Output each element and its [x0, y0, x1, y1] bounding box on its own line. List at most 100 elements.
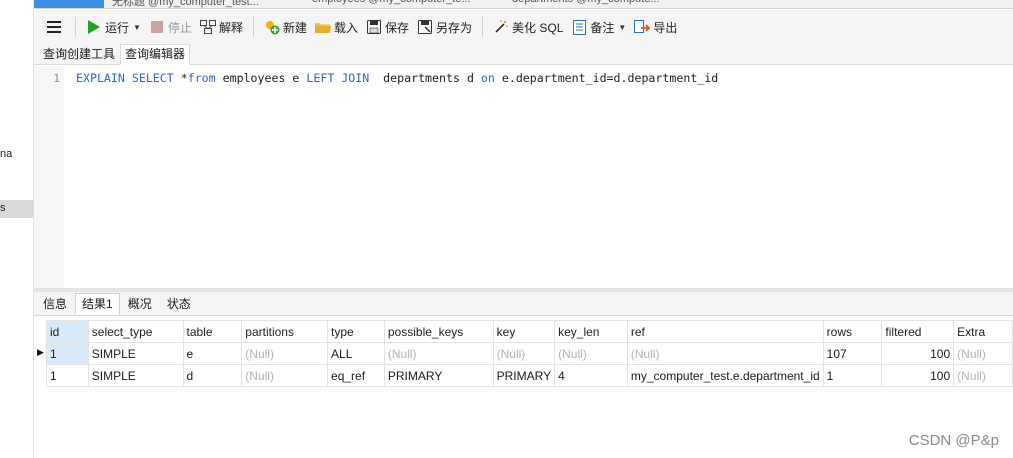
tab-active-top[interactable]	[34, 0, 104, 8]
result-grid[interactable]: ▶ id select_type table partitions type p…	[34, 317, 1013, 458]
save-button[interactable]: 保存	[362, 15, 413, 39]
column-header[interactable]: ref	[626, 320, 824, 343]
hamburger-icon	[46, 19, 62, 35]
sql-text: *	[173, 71, 188, 85]
tab-info[interactable]: 信息	[36, 293, 74, 315]
table-cell[interactable]: 1	[822, 364, 883, 387]
table-cell[interactable]: (Null)	[241, 342, 329, 365]
column-header[interactable]: id	[46, 320, 89, 343]
table-cell[interactable]: SIMPLE	[87, 342, 184, 365]
load-label: 载入	[333, 20, 358, 35]
run-button[interactable]: 运行 ▼	[82, 15, 145, 39]
sql-text: e.department_id=d.department_id	[494, 71, 719, 85]
table-row[interactable]: 1 SIMPLE e (Null) ALL (Null) (Null) (Nul…	[46, 342, 1013, 365]
table-cell[interactable]: (Null)	[953, 364, 1013, 387]
table-cell[interactable]: 107	[822, 342, 883, 365]
table-cell[interactable]: 100	[881, 364, 955, 387]
current-row-indicator-icon: ▶	[37, 347, 44, 357]
table-cell[interactable]: (Null)	[241, 364, 329, 387]
tab-query-builder[interactable]: 查询创建工具	[38, 44, 120, 65]
object-sidebar[interactable]: na s	[0, 0, 34, 458]
sql-text: employees e	[215, 71, 307, 85]
table-cell[interactable]: SIMPLE	[87, 364, 184, 387]
beautify-sql-label: 美化 SQL	[512, 20, 564, 35]
column-header[interactable]: table	[182, 320, 243, 343]
table-cell[interactable]: my_computer_test.e.department_id	[626, 364, 824, 387]
new-query-button[interactable]: 新建	[260, 15, 311, 39]
table-cell[interactable]: 100	[881, 342, 955, 365]
sql-keyword: EXPLAIN	[76, 71, 125, 85]
magic-wand-icon	[493, 19, 509, 35]
tab-result1[interactable]: 结果1	[75, 293, 120, 315]
query-toolbar: 运行 ▼ 停止 解释 新建 载入 保存 另存为 美化 SQL 备注 ▼ 导出	[34, 10, 1013, 44]
sql-keyword: from	[187, 71, 216, 85]
sql-keyword: on	[480, 71, 495, 85]
notes-label: 备注	[590, 20, 615, 35]
column-header[interactable]: Extra	[953, 320, 1013, 343]
sql-editor[interactable]: 1 EXPLAIN SELECT *from employees e LEFT …	[34, 66, 1013, 288]
result-tabs: 信息 结果1 概况 状态	[34, 292, 1013, 316]
table-cell[interactable]: (Null)	[626, 342, 824, 365]
column-header[interactable]: select_type	[87, 320, 184, 343]
export-icon	[634, 19, 651, 35]
explain-icon	[199, 19, 216, 35]
sql-keyword: LEFT JOIN	[306, 71, 370, 85]
editor-tab-strip: 无标题 @my_computer_test... employees @my_c…	[34, 0, 1013, 9]
table-cell[interactable]: 1	[46, 364, 89, 387]
table-row[interactable]: 1 SIMPLE d (Null) eq_ref PRIMARY PRIMARY…	[46, 364, 1013, 387]
tab-untitled-query[interactable]: 无标题 @my_computer_test...	[112, 0, 259, 8]
tab-departments[interactable]: departments @my_compute...	[512, 0, 660, 8]
tab-overview[interactable]: 概况	[121, 293, 159, 315]
save-as-button[interactable]: 另存为	[413, 15, 476, 39]
save-as-icon	[417, 19, 433, 35]
column-header[interactable]: partitions	[241, 320, 329, 343]
chevron-down-icon[interactable]: ▼	[133, 23, 141, 32]
sidebar-item-fragment[interactable]: s	[0, 202, 6, 214]
table-cell[interactable]: (Null)	[554, 342, 628, 365]
tab-employees[interactable]: employees @my_computer_te...	[312, 0, 471, 8]
export-label: 导出	[653, 20, 678, 35]
query-mode-tabs: 查询创建工具 查询编辑器	[34, 44, 1013, 65]
sidebar-item-fragment[interactable]: na	[0, 148, 12, 160]
explain-label: 解释	[218, 20, 243, 35]
column-header[interactable]: rows	[822, 320, 883, 343]
notes-button[interactable]: 备注 ▼	[567, 15, 630, 39]
table-cell[interactable]: e	[182, 342, 243, 365]
explain-button[interactable]: 解释	[196, 15, 247, 39]
tab-query-editor[interactable]: 查询编辑器	[120, 44, 191, 65]
table-cell[interactable]: (Null)	[492, 342, 556, 365]
table-cell[interactable]: PRIMARY	[383, 364, 494, 387]
new-query-label: 新建	[282, 20, 307, 35]
table-cell[interactable]: ALL	[327, 342, 385, 365]
tab-status[interactable]: 状态	[160, 293, 198, 315]
stop-label: 停止	[167, 20, 192, 35]
table-cell[interactable]: 1	[46, 342, 89, 365]
stop-button[interactable]: 停止	[145, 15, 196, 39]
table-cell[interactable]: (Null)	[953, 342, 1013, 365]
table-cell[interactable]: 4	[554, 364, 628, 387]
navicat-window: na s 无标题 @my_computer_test... employees …	[0, 0, 1013, 458]
save-icon	[366, 19, 382, 35]
run-label: 运行	[105, 20, 130, 35]
stop-icon	[149, 19, 165, 35]
column-header[interactable]: type	[327, 320, 385, 343]
sql-code-line[interactable]: EXPLAIN SELECT *from employees e LEFT JO…	[76, 71, 718, 85]
new-query-icon	[264, 19, 280, 35]
menu-button[interactable]	[42, 15, 69, 39]
column-header[interactable]: filtered	[881, 320, 955, 343]
save-label: 保存	[385, 20, 410, 35]
notes-icon	[571, 19, 587, 35]
column-header[interactable]: key_len	[554, 320, 628, 343]
table-cell[interactable]: d	[182, 364, 243, 387]
chevron-down-icon[interactable]: ▼	[618, 23, 626, 32]
beautify-sql-button[interactable]: 美化 SQL	[489, 15, 567, 39]
table-cell[interactable]: (Null)	[383, 342, 494, 365]
table-cell[interactable]: PRIMARY	[492, 364, 556, 387]
column-header[interactable]: possible_keys	[383, 320, 494, 343]
export-button[interactable]: 导出	[630, 15, 681, 39]
explain-result-table: id select_type table partitions type pos…	[46, 320, 1013, 387]
table-cell[interactable]: eq_ref	[327, 364, 385, 387]
line-number: 1	[53, 72, 60, 85]
load-button[interactable]: 载入	[311, 15, 362, 39]
column-header[interactable]: key	[492, 320, 556, 343]
